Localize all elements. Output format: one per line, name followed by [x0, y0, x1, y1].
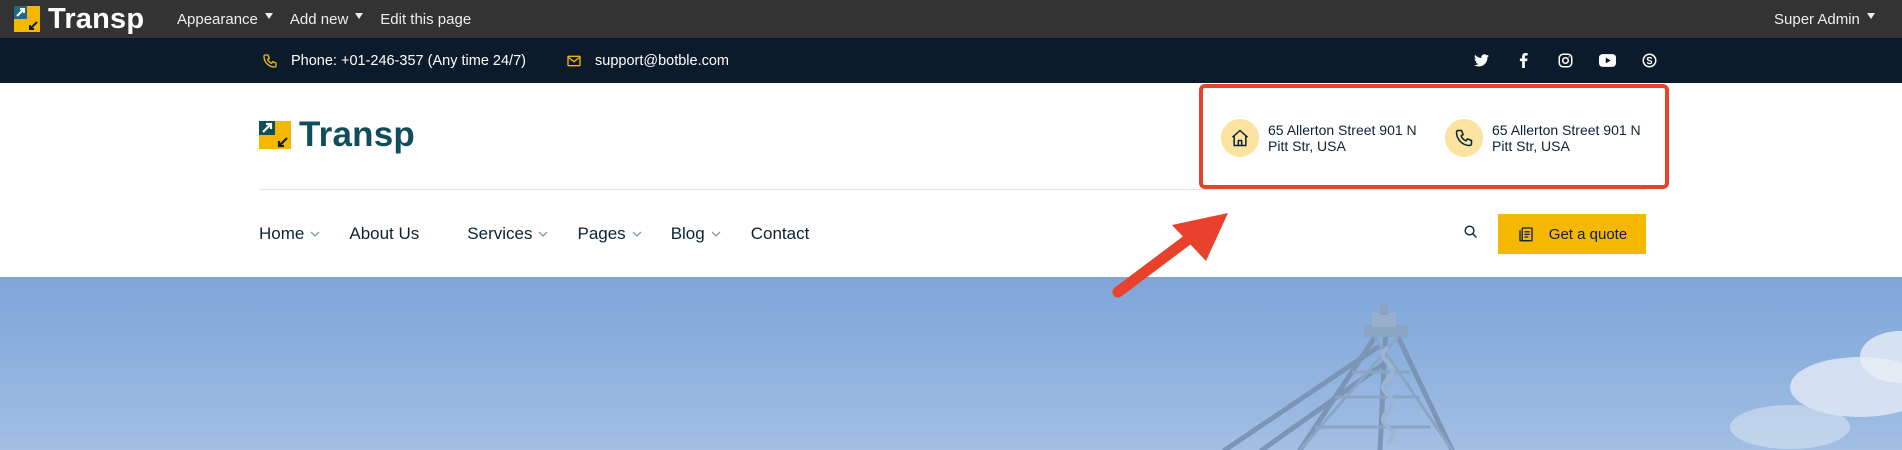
caret-down-icon: [264, 13, 273, 19]
annotation-highlight-box: [1199, 84, 1669, 189]
top-email-text: support@botble.com: [595, 52, 730, 69]
chevron-down-icon: [310, 229, 320, 239]
nav-item-contact[interactable]: Contact: [751, 224, 810, 244]
caret-down-icon: [355, 13, 364, 19]
admin-bar: Transp Appearance Add new Edit this page…: [0, 0, 1902, 38]
site-brand-name: Transp: [299, 115, 415, 154]
nav-item-label: Home: [259, 224, 305, 243]
twitter-icon[interactable]: [1460, 38, 1502, 83]
admin-menu-add-new[interactable]: Add new: [289, 10, 364, 28]
annotation-arrow-icon: [1112, 213, 1228, 298]
nav-item-label: About Us: [349, 224, 420, 243]
brand-logo-icon: [259, 121, 291, 149]
top-info-bar: Phone: +01-246-357 (Any time 24/7) suppo…: [0, 38, 1902, 83]
get-a-quote-button[interactable]: Get a quote: [1498, 214, 1646, 254]
search-button[interactable]: [1460, 223, 1480, 243]
admin-menu-label: Add new: [289, 10, 349, 28]
clipboard-icon: [1517, 225, 1535, 243]
crane-illustration: [1222, 305, 1902, 450]
search-icon: [1463, 224, 1478, 242]
nav-item-pages[interactable]: Pages: [577, 224, 642, 244]
skype-icon[interactable]: [1628, 38, 1670, 83]
facebook-icon[interactable]: [1502, 38, 1544, 83]
nav-item-label: Pages: [577, 224, 626, 243]
main-nav: Home About Us Services Pages Blog Contac…: [259, 220, 809, 248]
top-email[interactable]: support@botble.com: [565, 38, 729, 83]
social-links: [1460, 38, 1670, 83]
chevron-down-icon: [538, 229, 548, 239]
admin-menu-appearance[interactable]: Appearance: [177, 11, 273, 28]
header-divider: [259, 189, 1646, 190]
admin-logo[interactable]: Transp: [14, 2, 145, 35]
youtube-icon[interactable]: [1586, 38, 1628, 83]
get-a-quote-label: Get a quote: [1548, 225, 1628, 243]
admin-menu-edit-page[interactable]: Edit this page: [380, 11, 471, 28]
admin-user-menu[interactable]: Super Admin: [1774, 0, 1875, 38]
nav-item-label: Contact: [750, 224, 810, 243]
nav-item-blog[interactable]: Blog: [671, 224, 721, 244]
nav-item-label: Services: [467, 224, 533, 243]
admin-menu-label: Appearance: [177, 10, 258, 28]
nav-item-home[interactable]: Home: [259, 224, 320, 244]
admin-brand-name: Transp: [48, 2, 145, 35]
admin-menu: Appearance Add new Edit this page: [177, 0, 488, 38]
top-phone-text: Phone: +01-246-357 (Any time 24/7): [291, 52, 526, 69]
chevron-down-icon: [711, 229, 721, 239]
top-phone[interactable]: Phone: +01-246-357 (Any time 24/7): [261, 38, 526, 83]
admin-user-name: Super Admin: [1774, 10, 1860, 28]
site-logo[interactable]: Transp: [259, 115, 415, 154]
nav-item-about-us[interactable]: About Us: [349, 224, 419, 244]
nav-item-label: Blog: [670, 224, 705, 243]
brand-logo-icon: [14, 6, 40, 32]
phone-icon: [261, 52, 279, 70]
chevron-down-icon: [632, 229, 642, 239]
nav-item-services[interactable]: Services: [467, 224, 548, 244]
caret-down-icon: [1866, 13, 1875, 19]
instagram-icon[interactable]: [1544, 38, 1586, 83]
admin-menu-label: Edit this page: [380, 10, 472, 28]
hero-image: [0, 277, 1902, 450]
mail-icon: [565, 52, 583, 70]
